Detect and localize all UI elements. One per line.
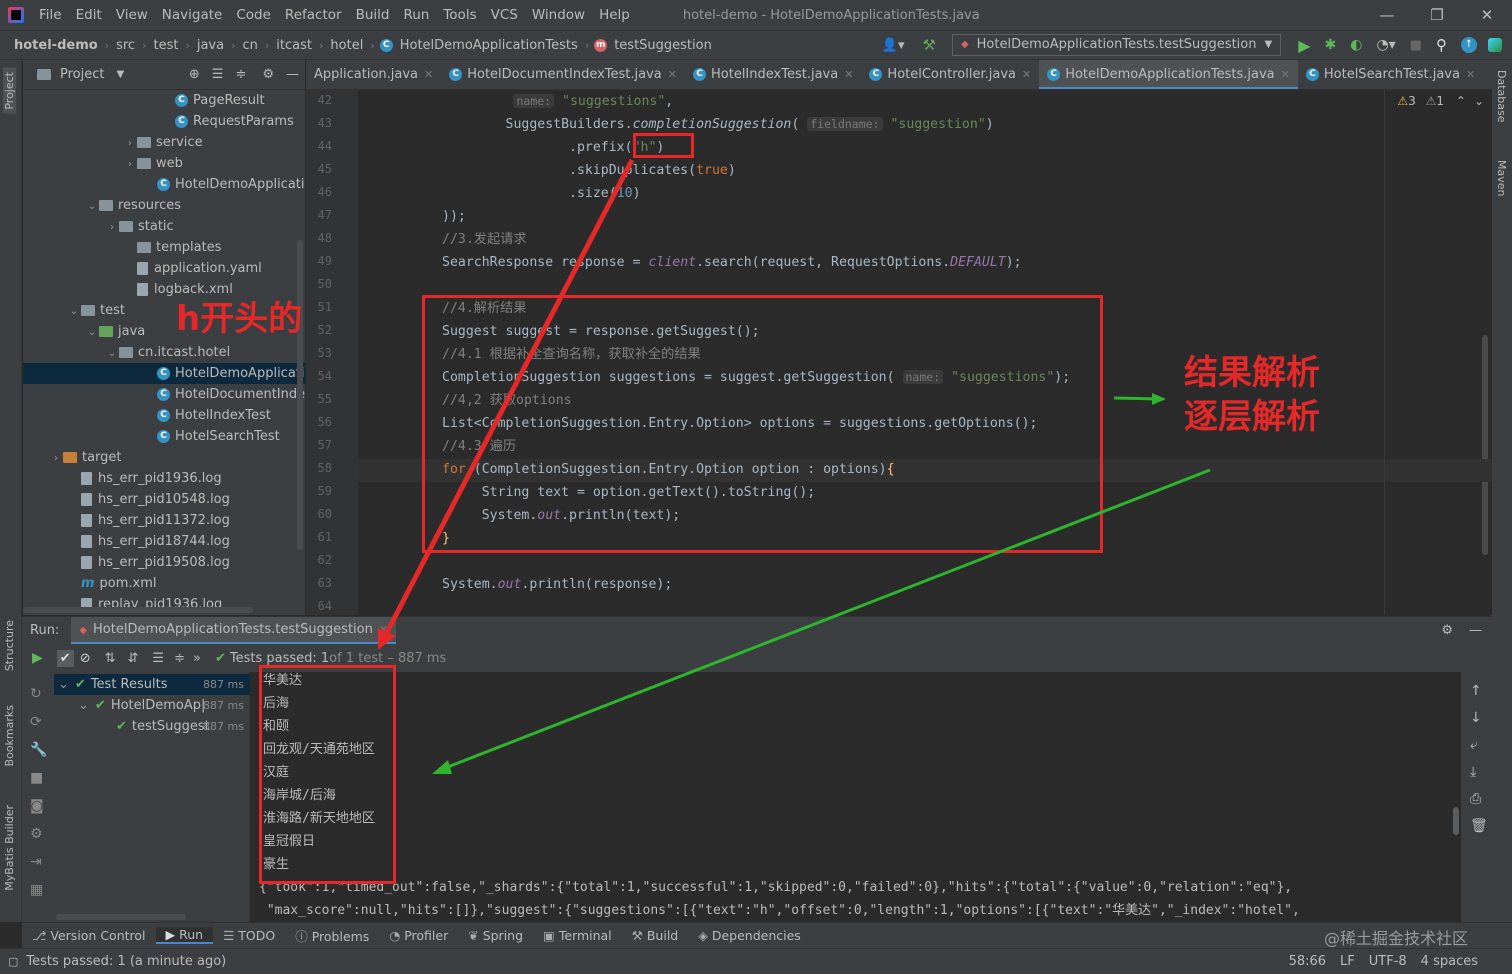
annotation-arrows bbox=[378, 158, 1211, 774]
green-pointer-line bbox=[1113, 396, 1159, 401]
red-arrow-line bbox=[382, 158, 635, 638]
green-arrow-head bbox=[432, 760, 452, 774]
green-pointer-head bbox=[1152, 393, 1166, 405]
green-arrow-line bbox=[439, 468, 1211, 772]
